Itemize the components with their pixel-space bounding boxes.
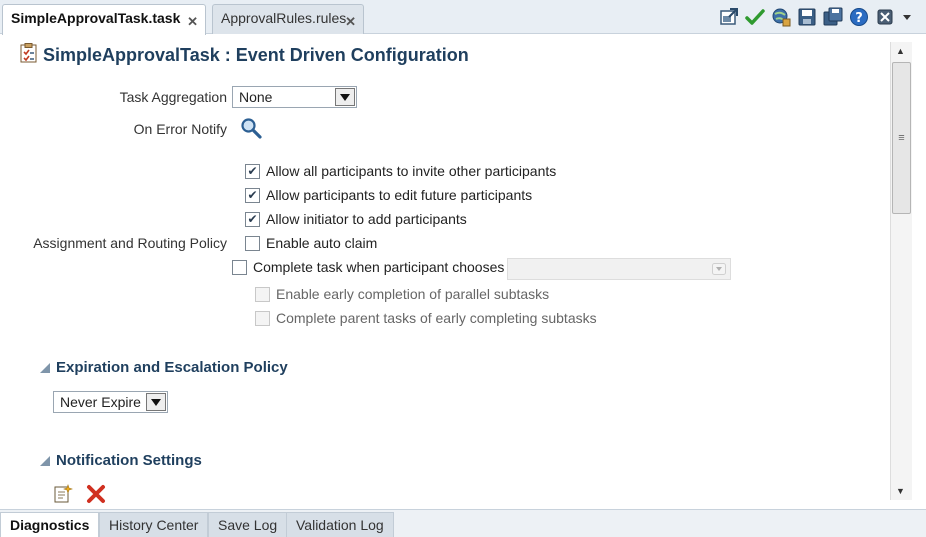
scroll-up-icon[interactable]: ▲	[896, 46, 905, 56]
validate-check-icon[interactable]	[744, 6, 766, 28]
tab-label: SimpleApprovalTask.task	[11, 10, 181, 26]
task-aggregation-value: None	[239, 89, 273, 105]
checkbox-label: Enable auto claim	[266, 235, 378, 251]
section-title: Notification Settings	[56, 452, 202, 469]
chevron-down-icon[interactable]	[335, 88, 355, 106]
tab-label: ApprovalRules.rules	[221, 10, 347, 26]
scroll-thumb[interactable]: ≡	[892, 62, 911, 214]
checkbox[interactable]	[255, 310, 270, 326]
tab-approval-rules[interactable]: ApprovalRules.rules ✕	[212, 4, 364, 34]
checkbox-complete-parent-tasks[interactable]: Complete parent tasks of early completin…	[255, 310, 597, 326]
save-icon[interactable]	[796, 6, 818, 28]
tab-simple-approval-task[interactable]: SimpleApprovalTask.task ✕	[2, 4, 206, 35]
tab-validation-log[interactable]: Validation Log	[286, 512, 394, 537]
task-editor-content: SimpleApprovalTask : Event Driven Config…	[0, 35, 912, 509]
checkbox[interactable]	[255, 286, 270, 302]
checkbox[interactable]	[245, 235, 260, 251]
page-title: SimpleApprovalTask : Event Driven Config…	[20, 43, 469, 68]
checkbox-edit-future-participants[interactable]: Allow participants to edit future partic…	[245, 187, 532, 203]
expiration-policy-value: Never Expire	[60, 394, 141, 410]
svg-text:?: ?	[855, 11, 863, 26]
checkbox-enable-auto-claim[interactable]: Enable auto claim	[245, 235, 377, 251]
task-form-icon	[20, 43, 38, 68]
checkbox-allow-invite[interactable]: Allow all participants to invite other p…	[245, 163, 556, 179]
close-tab-icon[interactable]: ✕	[187, 14, 198, 30]
assignment-routing-policy-label: Assignment and Routing Policy	[33, 235, 227, 251]
checkbox[interactable]	[245, 163, 260, 179]
delete-notification-icon[interactable]	[86, 484, 106, 507]
vertical-scrollbar[interactable]: ▲ ≡ ▼	[890, 42, 912, 500]
tab-diagnostics[interactable]: Diagnostics	[0, 512, 100, 537]
tab-history-center[interactable]: History Center	[99, 512, 209, 537]
overflow-menu-icon[interactable]	[900, 6, 914, 28]
help-icon[interactable]: ?	[848, 6, 870, 28]
close-tab-icon[interactable]: ✕	[345, 14, 356, 30]
bottom-panel-tabs: Diagnostics History Center Save Log Vali…	[0, 509, 926, 537]
tab-save-log[interactable]: Save Log	[208, 512, 288, 537]
checkbox-label: Allow all participants to invite other p…	[266, 163, 557, 179]
checkbox-early-completion-parallel[interactable]: Enable early completion of parallel subt…	[255, 286, 549, 302]
on-error-notify-label: On Error Notify	[133, 121, 227, 137]
add-notification-icon[interactable]	[53, 484, 73, 507]
section-title: Expiration and Escalation Policy	[56, 359, 288, 376]
participant-outcome-select[interactable]	[507, 258, 731, 280]
save-all-icon[interactable]	[822, 6, 844, 28]
task-aggregation-label: Task Aggregation	[119, 89, 227, 105]
checkbox-label: Complete task when participant chooses	[253, 259, 505, 275]
expiration-section-header[interactable]: Expiration and Escalation Policy	[40, 359, 288, 376]
checkbox-label: Complete parent tasks of early completin…	[276, 310, 597, 326]
collapse-triangle-icon[interactable]	[40, 362, 50, 373]
task-aggregation-select[interactable]: None	[232, 86, 357, 108]
checkbox[interactable]	[232, 259, 247, 275]
page-title-text: SimpleApprovalTask : Event Driven Config…	[43, 45, 469, 65]
checkbox-label: Allow participants to edit future partic…	[266, 187, 533, 203]
checkbox-label: Enable early completion of parallel subt…	[276, 286, 550, 302]
editor-tab-bar: SimpleApprovalTask.task ✕ ApprovalRules.…	[0, 0, 926, 35]
chevron-down-icon[interactable]	[146, 393, 166, 411]
checkbox-initiator-add-participants[interactable]: Allow initiator to add participants	[245, 211, 467, 227]
checkbox[interactable]	[245, 187, 260, 203]
checkbox-complete-when-participant-chooses[interactable]: Complete task when participant chooses	[232, 259, 504, 275]
chevron-down-icon[interactable]	[709, 260, 729, 278]
editor-toolbar: ?	[718, 6, 914, 28]
deploy-globe-icon[interactable]	[770, 6, 792, 28]
search-icon[interactable]	[240, 117, 262, 142]
checkbox[interactable]	[245, 211, 260, 227]
close-editor-icon[interactable]	[874, 6, 896, 28]
expiration-policy-select[interactable]: Never Expire	[53, 391, 168, 413]
checkbox-label: Allow initiator to add participants	[266, 211, 467, 227]
collapse-triangle-icon[interactable]	[40, 455, 50, 466]
export-icon[interactable]	[718, 6, 740, 28]
scroll-down-icon[interactable]: ▼	[896, 486, 905, 496]
notification-section-header[interactable]: Notification Settings	[40, 452, 202, 469]
